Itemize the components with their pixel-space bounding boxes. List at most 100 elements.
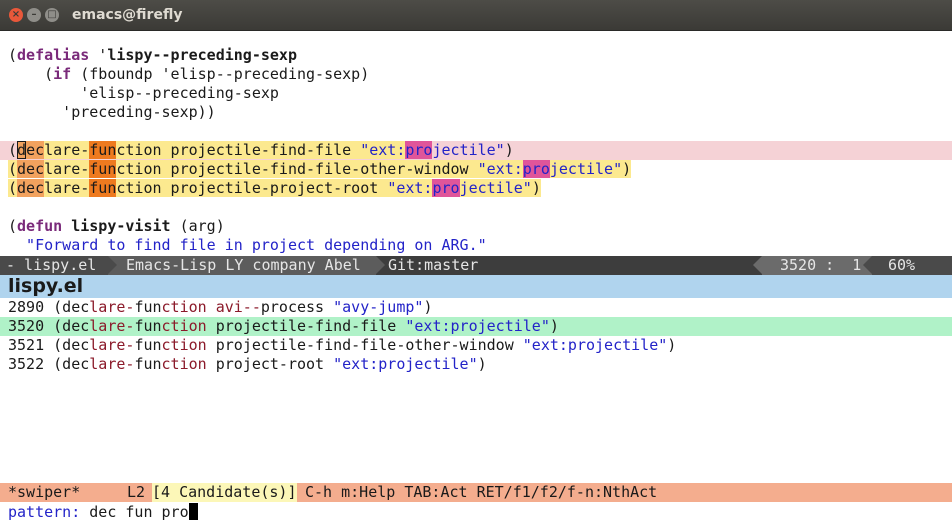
code-text: fun [134,336,162,354]
mode-line[interactable]: - lispy.el Emacs-Lisp LY company Abel Gi… [0,256,952,275]
paren: ( [8,65,54,83]
code-text: fun [134,298,162,316]
code-text: ction projectile-project-root [116,179,388,197]
code-text: (dec [44,298,90,316]
code-text: (dec [44,355,90,373]
swiper-buffer-name: *swiper* [8,483,81,501]
paren: ( [8,217,18,235]
code-line-defun: (defun lispy-visit (arg) [0,217,952,236]
search-input[interactable]: dec fun pro [89,503,188,521]
code-text: jectile-find-file-other-window [242,336,523,354]
code-line-preceding: 'preceding-sexp)) [8,103,216,121]
modeline-position-segment: 3520 : 1 [762,256,872,275]
paren: ( [8,46,18,64]
paren: ( [8,160,18,178]
swiper-result-2890[interactable]: 2890 (declare-function avi--process "avy… [0,298,952,317]
point-cursor: d [17,141,27,159]
paren: ) [504,141,514,159]
line-number: 3520 [8,317,45,335]
paren: ) [531,179,541,197]
code-text: lare- [44,141,90,159]
code-text: cess [287,298,334,316]
minibuffer-prompt: pattern: [8,503,90,521]
minibuffer[interactable]: pattern: dec fun pro [0,502,952,522]
code-text: pro [215,355,243,373]
separator-arrow-icon [863,256,872,274]
code-text: (dec [44,336,90,354]
line-number: 3521 [8,336,45,354]
match-dec: dec [17,179,45,197]
match-pro: pro [432,179,460,197]
code-text: fun [134,317,162,335]
code-text: lare- [89,298,135,316]
keyword-defun: defun [17,217,63,235]
keyword-if: if [53,65,72,83]
string: "ext:projectile" [405,317,550,335]
match-fun: fun [89,179,117,197]
modeline-percent: 60% [888,256,916,274]
code-text: jectile-find-file [242,317,406,335]
swiper-help-text: C-h m:Help TAB:Act RET/f1/f2/f-n:NthAct [305,483,658,501]
code-text: ction [161,336,216,354]
function-name: lispy-visit [71,217,171,235]
code-text: lare- [89,336,135,354]
string: jectile" [432,141,505,159]
code-text: lare- [89,355,135,373]
separator-arrow-icon [753,256,762,274]
match-fun: fun [89,160,117,178]
modeline-percent-segment: 60% [872,256,952,275]
paren: ) [477,355,487,373]
code-text: lare- [44,160,90,178]
string: "ext: [360,141,406,159]
code-text: (fboundp 'elisp--preceding-sexp) [71,65,370,83]
code-text: (dec [44,317,90,335]
modeline-buffer-name: - lispy.el [6,256,97,274]
string: "ext:projectile" [522,336,668,354]
maximize-window-icon[interactable]: □ [45,8,59,22]
code-line-elisp: 'elisp--preceding-sexp [8,84,279,102]
code-line-docstring: "Forward to find file in project dependi… [8,236,487,254]
code-text: pro [215,336,243,354]
code-text: ject-root [242,355,334,373]
quote: ' [89,46,108,64]
swiper-result-3521[interactable]: 3521 (declare-function projectile-find-f… [0,336,952,355]
keyword-defalias: defalias [17,46,90,64]
string: "ext:projectile" [333,355,478,373]
line-number: 2890 [8,298,45,316]
swiper-line-indicator: L2 [127,483,146,501]
paren: ) [423,298,433,316]
match-dec: dec [17,160,45,178]
code-text: pro [260,298,288,316]
code-text: ction [161,355,216,373]
title-bar: × – □ emacs@firefly [0,0,952,31]
code-text: pro [215,317,243,335]
close-window-icon[interactable]: × [9,8,23,22]
match-fun: fun [89,141,117,159]
function-name: lispy--preceding-sexp [107,46,297,64]
code-text: lare- [89,317,135,335]
swiper-status-bar: *swiper* L2 [4 Candidate(s)] C-h m:Help TAB… [0,483,952,502]
paren: ( [8,141,18,159]
modeline-modes-segment: Emacs-Lisp LY company Abel [108,256,376,275]
code-line-if: (if (fboundp 'elisp--preceding-sexp) [0,65,952,84]
string: jectile" [459,179,532,197]
code-text: lare- [44,179,90,197]
separator-arrow-icon [108,256,117,274]
code-text: ction [161,317,216,335]
candidate-count: [4 Candidate(s)] [152,483,297,502]
minimize-window-icon[interactable]: – [27,8,41,22]
string: "ext: [387,179,433,197]
modeline-vc-segment: Git:master [376,256,762,275]
modeline-position: 3520 : 1 [780,256,862,274]
code-text: ction projectile-find-file-other-window [116,160,478,178]
modeline-buffer-segment: - lispy.el [0,256,108,275]
swiper-buffer-header: lispy.el [0,275,952,298]
paren: ) [622,160,632,178]
code-text: fun [134,355,162,373]
swiper-result-3522[interactable]: 3522 (declare-function project-root "ext… [0,355,952,374]
code-line-declare-2: (declare-function projectile-find-file-o… [0,160,952,179]
code-text: ction avi-- [161,298,261,316]
code-line-defalias: (defalias 'lispy--preceding-sexp [0,46,952,65]
swiper-result-3520-selected[interactable]: 3520 (declare-function projectile-find-f… [0,317,952,336]
